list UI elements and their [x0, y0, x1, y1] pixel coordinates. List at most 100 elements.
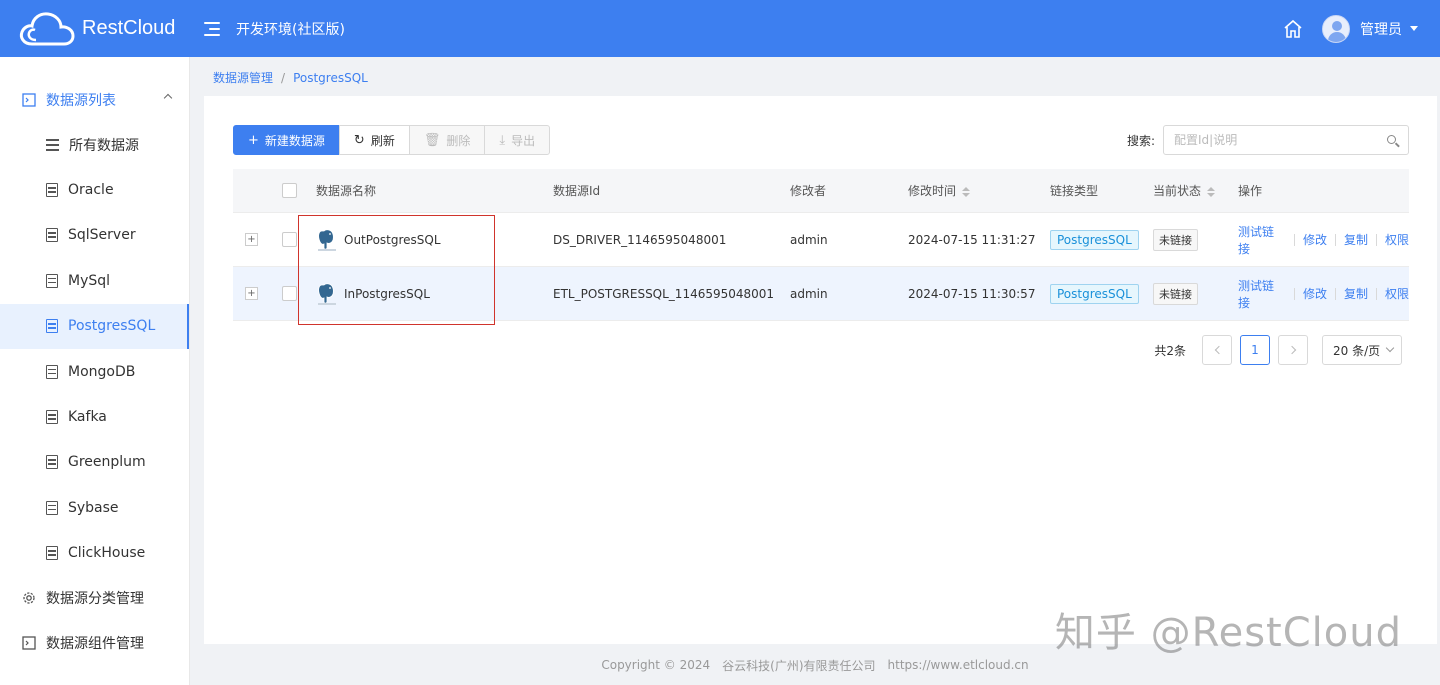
sidebar-item-label: Greenplum — [68, 454, 146, 471]
search-icon[interactable] — [1387, 135, 1396, 144]
modifier: admin — [790, 232, 828, 247]
sidebar-group-component[interactable]: 数据源组件管理 — [0, 621, 189, 666]
header-right: 管理员 — [1282, 14, 1418, 43]
user-menu-caret-icon[interactable] — [1410, 26, 1418, 31]
export-button[interactable]: ⤓ 导出 — [484, 125, 551, 155]
terminal-icon — [22, 636, 36, 651]
search-label: 搜索: — [1126, 133, 1155, 148]
sidebar: 数据源列表 所有数据源 Oracle SqlServer MySql Postg… — [0, 57, 190, 685]
sidebar-item-mongodb[interactable]: MongoDB — [0, 349, 189, 394]
footer-copyright: Copyright © 2024 — [601, 658, 711, 672]
row-checkbox[interactable] — [282, 286, 297, 301]
sidebar-item-clickhouse[interactable]: ClickHouse — [0, 531, 189, 576]
modifier: admin — [790, 286, 828, 301]
expand-row-button[interactable]: + — [245, 287, 258, 300]
datasource-id: DS_DRIVER_1146595048001 — [553, 232, 727, 247]
database-icon — [46, 500, 58, 515]
select-all-checkbox[interactable] — [282, 183, 297, 198]
database-icon — [46, 228, 58, 243]
delete-label: 删除 — [446, 133, 471, 148]
sidebar-group-label: 数据源分类管理 — [46, 591, 144, 608]
refresh-icon: ↻ — [353, 132, 365, 148]
sidebar-item-label: PostgresSQL — [68, 318, 156, 335]
database-icon — [46, 455, 58, 470]
user-name[interactable]: 管理员 — [1360, 19, 1402, 39]
datasource-table: 数据源名称 数据源Id 修改者 修改时间 链接类型 当前状态 操作 + OutP… — [233, 169, 1409, 321]
list-icon — [46, 139, 59, 151]
delete-button[interactable]: 🗑 删除 — [408, 125, 486, 155]
test-link-button[interactable]: 测试链接 — [1238, 223, 1286, 257]
header-time[interactable]: 修改时间 — [908, 182, 1050, 199]
logo[interactable]: RestCloud — [18, 10, 204, 48]
sidebar-item-mysql[interactable]: MySql — [0, 258, 189, 303]
refresh-button[interactable]: ↻ 刷新 — [338, 125, 410, 155]
datasource-id: ETL_POSTGRESSQL_1146595048001 — [553, 286, 775, 301]
new-datasource-button[interactable]: + 新建数据源 — [233, 125, 340, 155]
status-badge: 未链接 — [1153, 282, 1198, 305]
env-title: 开发环境(社区版) — [236, 21, 345, 38]
sidebar-item-oracle[interactable]: Oracle — [0, 167, 189, 212]
footer-company: 谷云科技(广州)有限责任公司 — [722, 658, 876, 673]
pagination-total: 共2条 — [1154, 343, 1186, 358]
sidebar-group-category[interactable]: 数据源分类管理 — [0, 576, 189, 621]
sidebar-item-sybase[interactable]: Sybase — [0, 485, 189, 530]
expand-row-button[interactable]: + — [245, 233, 258, 246]
page-size-select[interactable]: 20 条/页 — [1322, 335, 1402, 365]
home-icon[interactable] — [1282, 18, 1304, 40]
chevron-down-icon — [1385, 343, 1395, 353]
content-card: + 新建数据源 ↻ 刷新 🗑 删除 ⤓ 导出 搜索: 数据源名称 数据源Id 修改者 修… — [204, 96, 1437, 644]
avatar[interactable] — [1322, 14, 1350, 43]
sidebar-group-datasource-list[interactable]: 数据源列表 — [0, 77, 189, 122]
download-icon: ⤓ — [499, 132, 506, 148]
header-modifier: 修改者 — [790, 184, 827, 198]
database-icon — [46, 364, 58, 379]
sidebar-item-greenplum[interactable]: Greenplum — [0, 440, 189, 485]
sidebar-item-label: ClickHouse — [68, 545, 146, 562]
top-header: RestCloud 开发环境(社区版) 管理员 — [0, 0, 1440, 57]
sidebar-item-label: Oracle — [68, 182, 114, 199]
row-actions: 测试链接 修改 复制 权限 — [1238, 277, 1409, 311]
datasource-name[interactable]: OutPostgresSQL — [344, 233, 441, 247]
modified-time: 2024-07-15 11:31:27 — [908, 232, 1036, 247]
postgresql-elephant-icon — [318, 282, 336, 305]
status-badge: 未链接 — [1153, 228, 1198, 251]
cloud-logo-icon — [19, 11, 75, 45]
breadcrumb-root[interactable]: 数据源管理 — [213, 71, 273, 85]
plus-icon: + — [248, 132, 259, 148]
header-state-label: 当前状态 — [1153, 184, 1202, 198]
permission-button[interactable]: 权限 — [1385, 231, 1409, 248]
sidebar-item-kafka[interactable]: Kafka — [0, 394, 189, 439]
sidebar-item-all[interactable]: 所有数据源 — [0, 122, 189, 167]
header-type: 链接类型 — [1050, 184, 1099, 198]
sidebar-item-postgressql[interactable]: PostgresSQL — [0, 303, 189, 349]
row-checkbox[interactable] — [282, 232, 297, 247]
breadcrumb-sep: / — [281, 71, 286, 85]
header-state[interactable]: 当前状态 — [1153, 182, 1238, 199]
search-box — [1163, 125, 1409, 155]
watermark: 知乎 @RestCloud — [1054, 610, 1402, 656]
copy-button[interactable]: 复制 — [1344, 231, 1368, 248]
sort-icon[interactable] — [1207, 186, 1216, 197]
next-page-button[interactable] — [1278, 335, 1308, 365]
header-time-label: 修改时间 — [908, 184, 957, 198]
edit-button[interactable]: 修改 — [1303, 285, 1327, 302]
toolbar: + 新建数据源 ↻ 刷新 🗑 删除 ⤓ 导出 — [233, 125, 551, 155]
sort-icon[interactable] — [962, 186, 971, 197]
sidebar-item-sqlserver[interactable]: SqlServer — [0, 213, 189, 258]
prev-page-button[interactable] — [1202, 335, 1232, 365]
menu-toggle-icon[interactable] — [204, 21, 220, 36]
sidebar-item-label: Kafka — [68, 409, 107, 426]
copy-button[interactable]: 复制 — [1344, 285, 1368, 302]
table-row: + OutPostgresSQL DS_DRIVER_1146595048001… — [233, 213, 1409, 267]
permission-button[interactable]: 权限 — [1385, 285, 1409, 302]
breadcrumb: 数据源管理 / PostgresSQL — [213, 69, 368, 86]
sidebar-group-label: 数据源列表 — [46, 92, 116, 109]
header-id: 数据源Id — [553, 184, 601, 198]
test-link-button[interactable]: 测试链接 — [1238, 277, 1286, 311]
sidebar-item-label: MySql — [68, 272, 111, 289]
page-1-button[interactable]: 1 — [1240, 335, 1270, 365]
edit-button[interactable]: 修改 — [1303, 231, 1327, 248]
datasource-name[interactable]: InPostgresSQL — [344, 287, 430, 301]
footer-url[interactable]: https://www.etlcloud.cn — [888, 658, 1029, 672]
search-input[interactable] — [1164, 126, 1374, 154]
